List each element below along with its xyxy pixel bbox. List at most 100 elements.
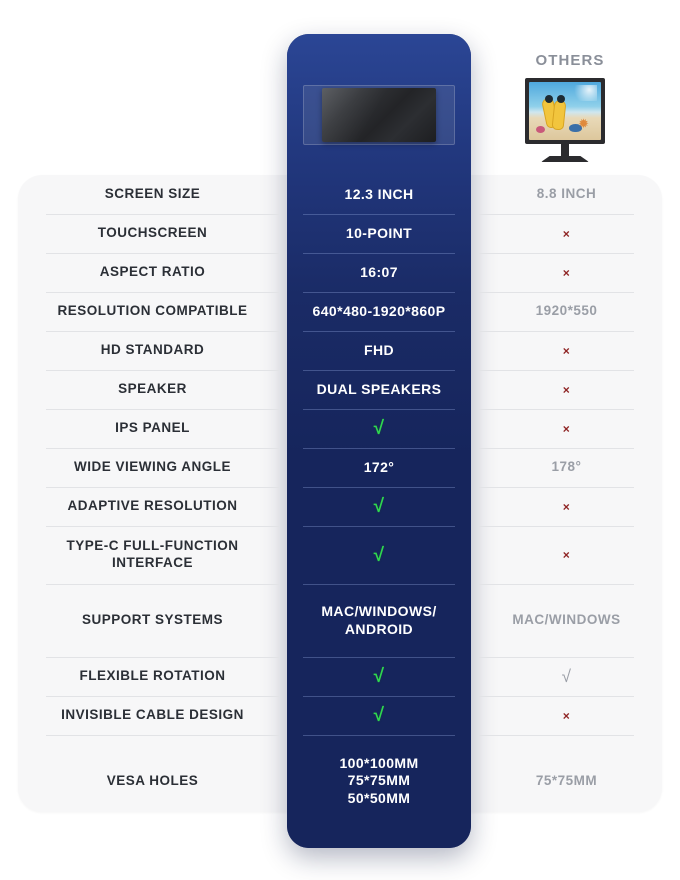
others-value-text: 75*75MM (535, 772, 598, 788)
comparison-infographic: OTHERS ✹ SCREEN SIZE 12.3 INCH 8.8 INCH TOU… (0, 0, 680, 880)
cross-icon: × (562, 708, 571, 723)
product-value-text: 100*100MM 75*75MM 50*50MM (339, 755, 419, 806)
comparison-table: SCREEN SIZE 12.3 INCH 8.8 INCH TOUCHSCREEN 1… (18, 175, 662, 827)
others-monitor-bezel: ✹ (525, 78, 605, 144)
others-value: 8.8 INCH (471, 175, 662, 214)
check-icon: √ (373, 705, 385, 726)
monitor-screen-gloss (322, 88, 436, 142)
product-value: MAC/WINDOWS/ ANDROID (287, 584, 471, 657)
cross-icon: × (562, 548, 571, 562)
others-value: × (471, 696, 662, 735)
table-row: SPEAKER DUAL SPEAKERS × (18, 370, 662, 409)
product-value: 10-POINT (287, 214, 471, 253)
product-value-text: MAC/WINDOWS/ ANDROID (321, 603, 437, 637)
product-value: FHD (287, 331, 471, 370)
product-value-text: 172° (363, 458, 395, 475)
table-row: ADAPTIVE RESOLUTION √ × (18, 487, 662, 526)
others-value: 178° (471, 448, 662, 487)
table-row: RESOLUTION COMPATIBLE 640*480-1920*860P 19… (18, 292, 662, 331)
check-icon: √ (373, 666, 385, 687)
table-row: TYPE-C FULL-FUNCTION INTERFACE √ × (18, 526, 662, 584)
table-row: INVISIBLE CABLE DESIGN √ × (18, 696, 662, 735)
others-value-text: 178° (551, 459, 582, 475)
product-value: 640*480-1920*860P (287, 292, 471, 331)
featured-monitor-image (303, 85, 455, 145)
table-row: HD STANDARD FHD × (18, 331, 662, 370)
spec-label: FLEXIBLE ROTATION (18, 657, 287, 696)
product-value-text: FHD (364, 341, 394, 358)
product-value: √ (287, 696, 471, 735)
product-value: 100*100MM 75*75MM 50*50MM (287, 735, 471, 827)
product-value: √ (287, 409, 471, 448)
spec-label: TYPE-C FULL-FUNCTION INTERFACE (18, 526, 287, 584)
spec-label: RESOLUTION COMPATIBLE (18, 292, 287, 331)
table-row: WIDE VIEWING ANGLE 172° 178° (18, 448, 662, 487)
starfish-icon: ✹ (578, 116, 589, 131)
others-value-text: MAC/WINDOWS (512, 612, 621, 628)
table-row: SCREEN SIZE 12.3 INCH 8.8 INCH (18, 175, 662, 214)
check-icon: √ (373, 418, 385, 439)
others-value: × (471, 214, 662, 253)
spec-label: ADAPTIVE RESOLUTION (18, 487, 287, 526)
spec-label: SUPPORT SYSTEMS (18, 584, 287, 657)
spec-label: ASPECT RATIO (18, 253, 287, 292)
others-value: × (471, 526, 662, 584)
product-value: √ (287, 526, 471, 584)
others-value: × (471, 253, 662, 292)
others-monitor-screen: ✹ (529, 82, 601, 140)
product-value-text: 12.3 INCH (344, 185, 414, 202)
cross-icon: × (562, 499, 571, 514)
spec-label: VESA HOLES (18, 735, 287, 827)
beach-sun-glow (571, 85, 597, 101)
others-value-text: 1920*550 (535, 303, 598, 319)
others-column-title: OTHERS (535, 52, 605, 69)
cross-icon: × (562, 421, 571, 436)
table-row: VESA HOLES 100*100MM 75*75MM 50*50MM 75*75… (18, 735, 662, 827)
check-icon: √ (373, 544, 385, 566)
others-value: × (471, 331, 662, 370)
table-row: IPS PANEL √ × (18, 409, 662, 448)
others-value-text: 8.8 INCH (536, 186, 597, 202)
check-icon: √ (373, 496, 385, 517)
others-value: × (471, 487, 662, 526)
sunglasses-icon (545, 95, 565, 103)
pebble-icon (536, 126, 545, 133)
spec-label: SPEAKER (18, 370, 287, 409)
spec-label: INVISIBLE CABLE DESIGN (18, 696, 287, 735)
check-icon: √ (561, 667, 572, 686)
others-value: √ (471, 657, 662, 696)
spec-label: HD STANDARD (18, 331, 287, 370)
product-value: DUAL SPEAKERS (287, 370, 471, 409)
product-value: 16:07 (287, 253, 471, 292)
table-row: ASPECT RATIO 16:07 × (18, 253, 662, 292)
others-monitor-stand-base (541, 156, 589, 162)
monitor-screen (322, 88, 436, 142)
product-value: 172° (287, 448, 471, 487)
others-value: 75*75MM (471, 735, 662, 827)
product-value-text: 10-POINT (345, 224, 413, 241)
spec-label: IPS PANEL (18, 409, 287, 448)
product-value: 12.3 INCH (287, 175, 471, 214)
spec-label: WIDE VIEWING ANGLE (18, 448, 287, 487)
table-row: TOUCHSCREEN 10-POINT × (18, 214, 662, 253)
product-value-text: DUAL SPEAKERS (316, 380, 442, 397)
table-row: SUPPORT SYSTEMS MAC/WINDOWS/ ANDROID MAC/W… (18, 584, 662, 657)
cross-icon: × (562, 343, 571, 358)
others-monitor-stand-neck (561, 144, 569, 157)
others-monitor-image: ✹ (519, 78, 611, 164)
product-value-text: 640*480-1920*860P (312, 302, 446, 319)
table-row: FLEXIBLE ROTATION √ √ (18, 657, 662, 696)
product-value-text: 16:07 (360, 263, 398, 280)
product-value: √ (287, 657, 471, 696)
others-value: × (471, 409, 662, 448)
cross-icon: × (562, 226, 571, 241)
flip-flop-icon (551, 99, 567, 131)
spec-label: SCREEN SIZE (104, 186, 201, 202)
cross-icon: × (562, 382, 571, 397)
others-value: MAC/WINDOWS (471, 584, 662, 657)
product-value: √ (287, 487, 471, 526)
others-value: × (471, 370, 662, 409)
spec-label: TOUCHSCREEN (18, 214, 287, 253)
others-value: 1920*550 (471, 292, 662, 331)
cross-icon: × (562, 265, 571, 280)
